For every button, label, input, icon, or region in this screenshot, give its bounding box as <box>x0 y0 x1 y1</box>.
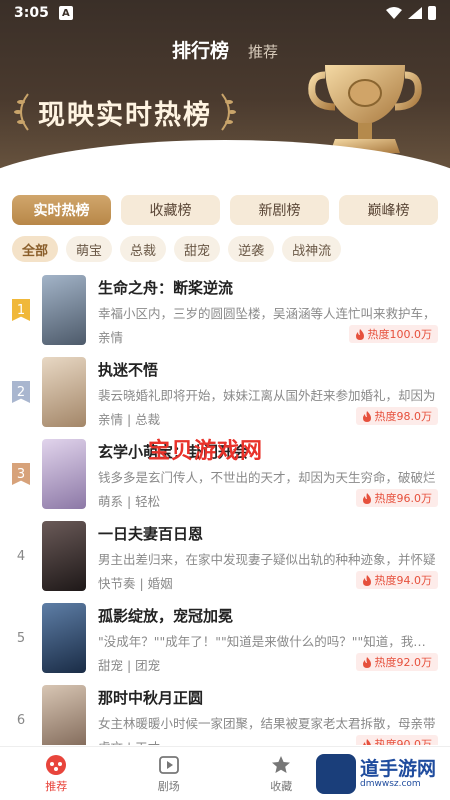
heat-badge: 热度90.0万 <box>355 735 438 745</box>
drama-cover[interactable] <box>42 685 86 745</box>
recommend-icon <box>46 754 67 775</box>
drama-desc: 男主出差归来，在家中发现妻子疑似出轨的种种迹象，并怀疑 <box>98 552 436 567</box>
chip-cute-baby[interactable]: 萌宝 <box>66 236 113 262</box>
drama-tags: 甜宠 | 团宠 <box>98 658 161 673</box>
laurel-left-icon <box>14 93 29 131</box>
chip-ceo[interactable]: 总裁 <box>120 236 167 262</box>
rank-number: 6 <box>16 712 26 728</box>
tab-new[interactable]: 新剧榜 <box>230 195 329 225</box>
drama-tags: 萌系 | 轻松 <box>98 494 161 509</box>
status-time: 3:05 <box>14 5 49 21</box>
drama-title[interactable]: 一日夫妻百日恩 <box>98 523 203 544</box>
brand-url: dmwwsz.com <box>360 778 421 789</box>
flame-icon <box>362 738 371 745</box>
nav-recommend-label: 推荐 <box>45 779 68 793</box>
heat-value: 热度98.0万 <box>374 410 433 423</box>
heat-value: 热度96.0万 <box>374 492 433 505</box>
drama-cover[interactable] <box>42 521 86 591</box>
drama-title[interactable]: 那时中秋月正圆 <box>98 687 203 708</box>
drama-desc: 女主林暖暖小时候一家团聚，结果被夏家老太君拆散，母亲带 <box>98 716 436 731</box>
drama-desc: "没成年？""成年了！""知道是来做什么的吗？""知道，我会好好 <box>98 634 436 649</box>
list-item[interactable]: 2 执迷不悟 裴云晓婚礼即将开始，妹妹江离从国外赶来参加婚礼，却因为 亲情 | … <box>0 357 450 439</box>
nav-theater-label: 剧场 <box>157 779 180 793</box>
rank-badge: 2 <box>12 381 30 403</box>
status-bar: 3:05 A <box>0 0 450 26</box>
drama-desc: 裴云晓婚礼即将开始，妹妹江离从国外赶来参加婚礼，却因为 <box>98 388 436 403</box>
star-icon <box>272 755 291 773</box>
theater-icon <box>158 755 179 774</box>
list-item[interactable]: 6 那时中秋月正圆 女主林暖暖小时候一家团聚，结果被夏家老太君拆散，母亲带 虐文… <box>0 685 450 745</box>
tab-realtime[interactable]: 实时热榜 <box>12 195 111 225</box>
chip-sweet[interactable]: 甜宠 <box>174 236 221 262</box>
heat-value: 热度100.0万 <box>367 328 433 341</box>
list-item[interactable]: 1 生命之舟：断桨逆流 幸福小区内，三岁的圆圆坠楼，吴涵涵等人连忙叫来救护车， … <box>0 275 450 357</box>
ranking-tabs: 实时热榜 收藏榜 新剧榜 巅峰榜 <box>12 195 438 225</box>
drama-tags: 亲情 <box>98 330 124 345</box>
battery-icon <box>428 6 436 20</box>
drama-cover[interactable] <box>42 357 86 427</box>
heat-value: 热度94.0万 <box>374 574 433 587</box>
rank-number: 4 <box>16 548 26 564</box>
tab-ranking[interactable]: 排行榜 <box>172 40 229 62</box>
drama-title[interactable]: 生命之舟：断桨逆流 <box>98 277 233 298</box>
nav-recommend[interactable]: 推荐 <box>0 747 113 800</box>
nav-favorites-label: 收藏 <box>270 779 293 793</box>
drama-tags: 亲情 | 总裁 <box>98 412 161 427</box>
drama-cover[interactable] <box>42 439 86 509</box>
brand-watermark: 道手游网 dmwwsz.com <box>316 750 446 798</box>
ranking-list: 1 生命之舟：断桨逆流 幸福小区内，三岁的圆圆坠楼，吴涵涵等人连忙叫来救护车， … <box>0 275 450 745</box>
chip-war-god[interactable]: 战神流 <box>282 236 342 262</box>
list-item[interactable]: 4 一日夫妻百日恩 男主出差归来，在家中发现妻子疑似出轨的种种迹象，并怀疑 快节… <box>0 521 450 603</box>
app-notification-icon: A <box>58 6 73 20</box>
heat-badge: 热度92.0万 <box>355 653 438 671</box>
rank-badge: 3 <box>12 463 30 485</box>
wifi-icon <box>386 7 402 19</box>
flame-icon <box>355 328 364 340</box>
tab-recommend[interactable]: 推荐 <box>248 43 278 61</box>
nav-theater[interactable]: 剧场 <box>113 747 226 800</box>
hero-title: 现映实时热榜 <box>38 99 212 131</box>
brand-text-block: 道手游网 dmwwsz.com <box>360 757 437 789</box>
drama-tags: 虐文 | 天才 <box>98 737 160 745</box>
tab-peak[interactable]: 巅峰榜 <box>339 195 438 225</box>
brand-logo-icon <box>316 754 356 794</box>
genre-chips: 全部 萌宝 总裁 甜宠 逆袭 战神流 <box>12 236 342 262</box>
drama-cover[interactable] <box>42 603 86 673</box>
flame-icon <box>362 656 371 668</box>
rank-badge: 1 <box>12 299 30 321</box>
flame-icon <box>362 492 371 504</box>
tab-favorites[interactable]: 收藏榜 <box>121 195 220 225</box>
brand-name: 道手游网 <box>360 757 437 780</box>
rank-number: 5 <box>16 630 26 646</box>
chip-all[interactable]: 全部 <box>12 236 59 262</box>
heat-badge: 热度98.0万 <box>355 407 438 425</box>
hero-banner: 3:05 A 排行榜 推荐 现映实时热榜 <box>0 0 450 180</box>
drama-tags: 快节奏 | 婚姻 <box>98 576 173 591</box>
status-icons <box>386 6 436 20</box>
flame-icon <box>362 574 371 586</box>
heat-badge: 热度100.0万 <box>348 325 438 343</box>
signal-icon <box>408 7 422 19</box>
heat-value: 热度92.0万 <box>374 656 433 669</box>
flame-icon <box>362 410 371 422</box>
heat-value: 热度90.0万 <box>374 738 433 745</box>
drama-cover[interactable] <box>42 275 86 345</box>
laurel-right-icon <box>221 93 236 131</box>
hero-title-block: 现映实时热榜 <box>12 92 238 132</box>
heat-badge: 热度94.0万 <box>355 571 438 589</box>
list-item[interactable]: 5 孤影绽放，宠冠加冕 "没成年？""成年了！""知道是来做什么的吗？""知道，… <box>0 603 450 685</box>
drama-desc: 钱多多是玄门传人，不世出的天才，却因为天生穷命，破破烂 <box>98 470 436 485</box>
drama-desc: 幸福小区内，三岁的圆圆坠楼，吴涵涵等人连忙叫来救护车， <box>98 306 436 321</box>
watermark-text: 宝贝游戏网 <box>148 439 264 464</box>
drama-title[interactable]: 孤影绽放，宠冠加冕 <box>98 605 233 626</box>
chip-comeback[interactable]: 逆袭 <box>228 236 275 262</box>
drama-title[interactable]: 执迷不悟 <box>98 359 158 380</box>
heat-badge: 热度96.0万 <box>355 489 438 507</box>
